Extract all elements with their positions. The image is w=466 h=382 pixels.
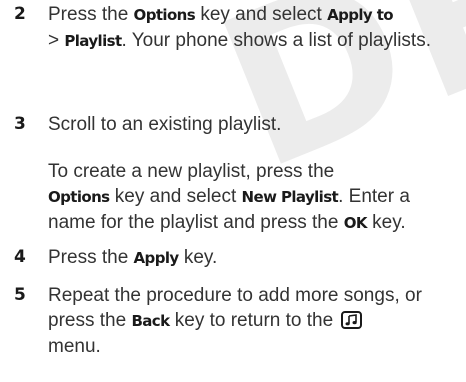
step-text: Scroll to an existing playlist.: [48, 114, 282, 135]
options-key-label: Options: [48, 188, 110, 206]
options-key-label: Options: [133, 6, 196, 24]
step-text: Press the Options key and select Apply t…: [48, 4, 431, 51]
step-text: Press the Apply key.: [48, 247, 218, 268]
ok-key-label: OK: [343, 214, 368, 232]
apply-key-label: Apply: [133, 249, 180, 267]
back-key-label: Back: [131, 312, 170, 330]
apply-to-menu-label: Apply to: [327, 6, 394, 24]
new-playlist-menu-label: New Playlist: [241, 188, 339, 206]
step-number: 4: [14, 247, 26, 267]
music-menu-icon: [341, 311, 363, 329]
playlist-menu-label: Playlist: [64, 32, 122, 50]
step-number: 3: [14, 114, 26, 134]
step-text: To create a new playlist, press the Opti…: [48, 161, 410, 233]
step-text: Repeat the procedure to add more songs, …: [48, 285, 422, 357]
step-number: 2: [14, 4, 26, 24]
step-number: 5: [14, 285, 26, 305]
